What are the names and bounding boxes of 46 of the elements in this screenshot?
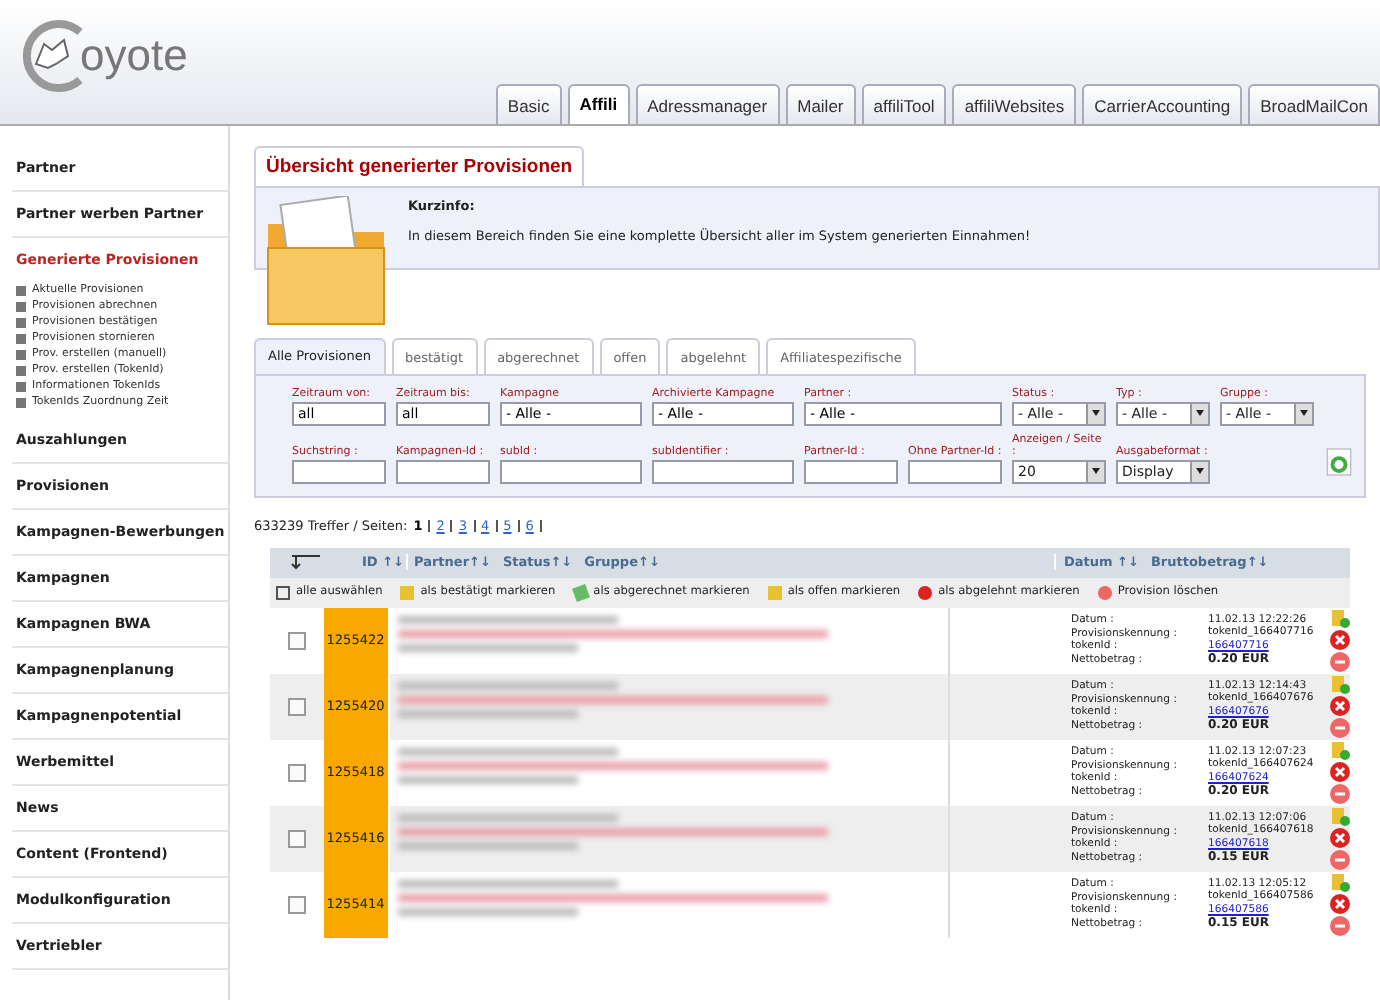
module-tab[interactable]: affiliTool — [861, 84, 947, 124]
row-checkbox[interactable] — [287, 763, 306, 782]
filter-input[interactable] — [804, 459, 898, 484]
bullet-icon — [16, 285, 26, 295]
minus-icon[interactable] — [1330, 652, 1351, 673]
bullet-icon — [16, 381, 26, 391]
coins-icon[interactable] — [1330, 608, 1351, 629]
module-tab[interactable]: BroadMailCon — [1248, 84, 1380, 124]
module-tab[interactable]: Adressmanager — [635, 84, 780, 124]
coins-icon[interactable] — [1330, 872, 1351, 893]
filter-input[interactable] — [500, 459, 642, 484]
coins-icon[interactable] — [1330, 806, 1351, 827]
close-icon[interactable] — [1330, 696, 1351, 717]
filter-input[interactable] — [652, 459, 794, 484]
bullet-icon — [16, 365, 26, 375]
minus-icon[interactable] — [1330, 784, 1351, 805]
filter-input[interactable] — [396, 459, 490, 484]
row-checkbox[interactable] — [287, 631, 306, 650]
module-tab[interactable]: CarrierAccounting — [1082, 84, 1243, 124]
close-icon[interactable] — [1330, 828, 1351, 849]
bullet-icon — [16, 317, 26, 327]
filter-input[interactable] — [292, 459, 386, 484]
logo-text: oyote — [80, 30, 188, 82]
filter-input[interactable] — [908, 459, 1002, 484]
minus-icon[interactable] — [1330, 850, 1351, 871]
close-icon[interactable] — [1330, 762, 1351, 783]
minus-icon[interactable] — [1330, 916, 1351, 937]
minus-icon[interactable] — [1330, 718, 1351, 739]
module-tab[interactable]: affiliWebsites — [952, 84, 1077, 124]
close-icon[interactable] — [1330, 894, 1351, 915]
row-checkbox[interactable] — [287, 829, 306, 848]
row-checkbox[interactable] — [287, 895, 306, 914]
close-icon[interactable] — [1330, 630, 1351, 651]
corner-arrow-icon — [290, 554, 322, 571]
bullet-icon — [16, 397, 26, 407]
module-tab[interactable]: Affili — [567, 84, 630, 124]
bullet-icon — [16, 349, 26, 359]
folder-icon — [264, 196, 388, 328]
module-tab[interactable]: Basic — [495, 84, 562, 124]
module-tab[interactable]: Mailer — [785, 84, 856, 124]
bullet-icon — [16, 333, 26, 343]
coins-icon[interactable] — [1330, 674, 1351, 695]
bullet-icon — [16, 301, 26, 311]
coins-icon[interactable] — [1330, 740, 1351, 761]
page-title: Übersicht generierter Provisionen — [254, 146, 585, 186]
row-checkbox[interactable] — [287, 697, 306, 716]
